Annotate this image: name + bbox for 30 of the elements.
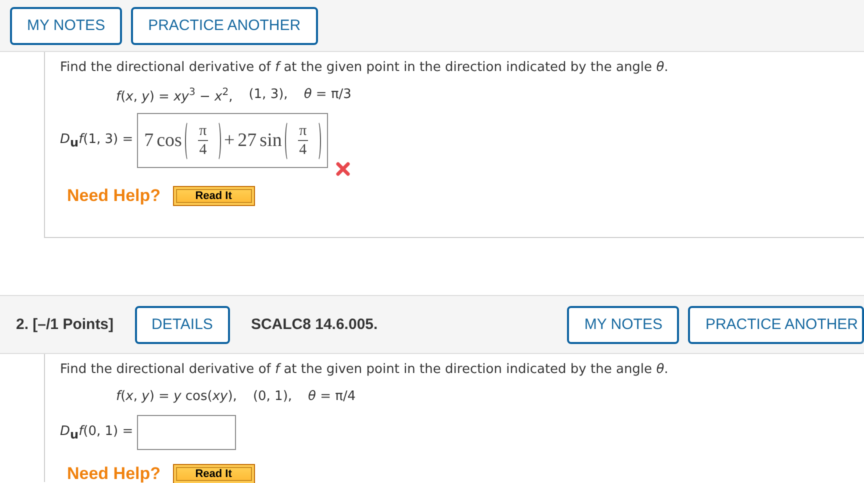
math-coefficient: 7 — [144, 130, 154, 152]
function-formula: f(x, y) = xy$^{3}$ − x$^{2}$, — [116, 87, 233, 104]
need-help-label: Need Help? — [67, 186, 161, 206]
fraction-numerator: π — [299, 123, 307, 140]
math-function: cos — [156, 130, 182, 152]
fraction-numerator: π — [199, 123, 207, 140]
answer-field[interactable]: 7 cos π 4 +27 sin π 4 — [137, 113, 328, 168]
need-help-label: Need Help? — [67, 464, 161, 483]
question-source: SCALC8 14.6.005. — [250, 316, 378, 333]
math-operator: + — [224, 130, 235, 152]
question-prompt: Find the directional derivative of f at the given point in the direction indicated by the angle θ. — [60, 60, 670, 75]
fraction-denominator: 4 — [299, 142, 307, 158]
my-notes-button[interactable]: MY NOTES — [567, 306, 680, 344]
given-angle: θ = π/3 — [304, 87, 352, 104]
question-points: 2. [–/1 Points] — [16, 316, 114, 333]
answer-field[interactable] — [137, 415, 236, 450]
given-point: (0, 1), — [252, 389, 292, 404]
given-point: (1, 3), — [248, 87, 288, 104]
math-function: sin — [260, 130, 282, 152]
given-angle: θ = π/4 — [308, 389, 356, 404]
question-prompt: Find the directional derivative of f at the given point in the direction indicated by the angle θ. — [60, 362, 670, 377]
read-it-button[interactable]: Read It — [172, 464, 255, 483]
practice-another-button[interactable]: PRACTICE ANOTHER — [688, 306, 864, 344]
my-notes-button[interactable]: MY NOTES — [10, 6, 122, 44]
fraction-denominator: 4 — [199, 142, 207, 158]
details-button[interactable]: DETAILS — [134, 306, 230, 344]
read-it-button[interactable]: Read It — [172, 186, 255, 206]
practice-another-button[interactable]: PRACTICE ANOTHER — [131, 6, 318, 44]
function-formula: f(x, y) = y cos(xy), — [116, 389, 237, 404]
math-coefficient: 27 — [238, 130, 257, 152]
